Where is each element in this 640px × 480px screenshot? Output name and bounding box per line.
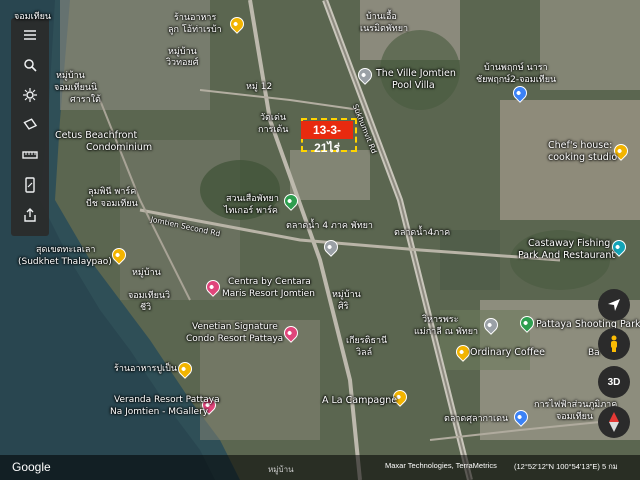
map-label: ลุมพินี พาร์ค [88,187,137,197]
map-label: บ้านเอื้อ [366,12,397,22]
compass-icon[interactable] [598,406,630,438]
map-label: จอมเทียน [14,12,52,22]
map-label: หมู่บ้าน [56,71,85,81]
map-label: หมู่บ้าน [332,290,361,300]
map-label: A La Campagne [322,395,398,406]
map-label: วิวทอยศ์ [166,58,199,68]
map-label: ลูก โอ้ท่าเรบ้า [168,25,222,35]
google-logo: Google [12,460,51,474]
map-label: จอมเทียนวิ [128,291,171,301]
map-label: (Sudkhet Thalaypao) [18,257,112,267]
map-label: Venetian Signature [192,322,278,332]
map-label: Castaway Fishing [528,238,611,249]
map-label: Ordinary Coffee [470,347,545,358]
map-label: จอมเทียนนิ [54,83,98,93]
search-icon[interactable] [18,53,42,77]
location-arrow-icon[interactable] [598,289,630,321]
menu-icon[interactable] [18,23,42,47]
map-label: การเด้น [258,125,289,135]
map-label: Maris Resort Jomtien [222,289,315,299]
map-label: ศาราใต้ [70,95,101,105]
map-label: ตลาดน้ำ 4 ภาค พัทยา [286,221,373,231]
map-label: Ba [588,348,600,358]
map-label: ตลาดน้ำ4ภาค [394,228,451,238]
coordinates-scale: (12°52'12"N 100°54'13"E) 5 กม [514,462,618,471]
map-label: เนรมิตพัทยา [360,24,409,34]
map-label: Condominium [86,142,153,153]
map-label: ร้านอาหารปูเป็น [114,364,177,374]
map-label: จอมเทียน [556,412,594,422]
map-label: ชีวิ [140,303,152,313]
map-label: Veranda Resort Pattaya [114,395,220,405]
map-label: วิหารพระ [422,315,459,325]
map-label: สวนเสือพัทยา [226,194,279,204]
map-label: หมู่บ้าน [168,47,197,57]
map-label: Park And Restaurant [518,250,616,261]
settings-icon[interactable] [18,83,42,107]
map-label: cooking studio [548,152,618,163]
map-label: ศิริ [338,302,349,312]
pegman-icon[interactable] [598,328,630,360]
share-icon[interactable] [18,203,42,227]
map-label: Na Jomtien - MGallery [110,407,209,417]
map-label: Cetus Beachfront [55,130,138,141]
map-label: Chef's house: [548,140,613,151]
map-label: แม่กาลี ณ พัทยา [414,327,479,337]
imagery-attribution[interactable]: Maxar Technologies, TerraMetrics [385,461,497,470]
ruler-icon[interactable] [18,143,42,167]
map-label: ร้านอาหาร [174,13,217,23]
map-label: ชัยพฤกษ์2-จอมเทียน [476,75,557,85]
bottom-map-label: หมู่บ้าน [268,465,294,474]
map-label: สุดเขตทะเลเลา [36,245,96,255]
map-toolbar [11,18,49,236]
map-label: Pool Villa [392,80,435,91]
3d-toggle-button[interactable]: 3D [598,366,630,398]
map-label: วิลล์ [356,348,373,358]
map-label: วัดเด่น [260,113,286,123]
map-label: Centra by Centara [228,277,311,287]
map-label: Condo Resort Pattaya [186,334,284,344]
property-size-label[interactable]: 13-3-21ไร่ [301,121,353,155]
map-label: The Ville Jomtien [376,68,456,79]
map-label: หมู่ 12 [246,82,273,92]
layers-icon[interactable] [18,113,42,137]
map-label: หมู่บ้าน [132,268,161,278]
map-label: Pattaya Shooting Park [536,319,640,330]
satellite-map[interactable]: 13-3-21ไร่ ร้านอาหาร ลูก โอ้ท่าเรบ้า หมู… [0,0,640,480]
map-label: ตลาดศุลากาเดน [444,414,509,424]
map-label: บีช จอมเทียน [86,199,138,209]
map-label: ไทเกอร์ พาร์ค [224,206,278,216]
map-label: เกียรติธานี [346,336,388,346]
phone-icon[interactable] [18,173,42,197]
map-label: บ้านพฤกษ์ นารา [484,63,548,73]
